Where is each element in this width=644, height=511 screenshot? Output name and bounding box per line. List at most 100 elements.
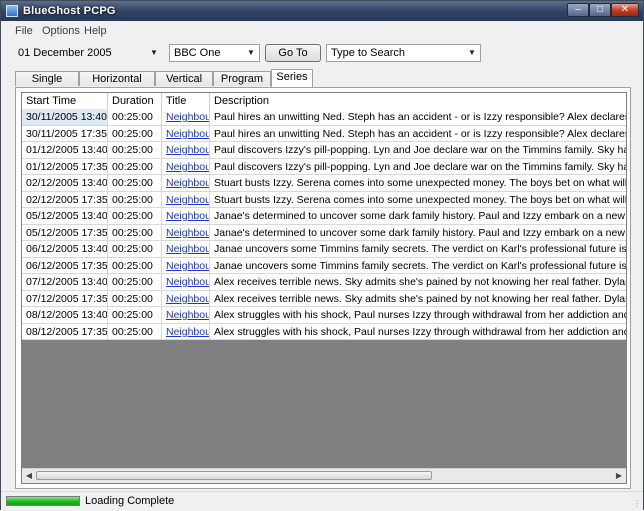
- grid-rows: 30/11/2005 13:40:0000:25:00NeighboursPau…: [22, 109, 626, 340]
- cell-duration: 00:25:00: [108, 274, 162, 290]
- cell-start-time: 08/12/2005 17:35:00: [22, 323, 108, 340]
- cell-title-link[interactable]: Neighbours: [162, 307, 210, 323]
- chevron-down-icon[interactable]: ▼: [146, 45, 162, 61]
- cell-title-link[interactable]: Neighbours: [162, 241, 210, 257]
- cell-title-link[interactable]: Neighbours: [162, 191, 210, 208]
- cell-title-link[interactable]: Neighbours: [162, 158, 210, 175]
- loading-progress-bar: [6, 496, 80, 506]
- scrollbar-thumb[interactable]: [36, 471, 432, 480]
- chevron-down-icon[interactable]: ▼: [464, 45, 480, 61]
- cell-description: Stuart busts Izzy. Serena comes into som…: [214, 177, 627, 189]
- cell-start-time: 01/12/2005 13:40:00: [22, 142, 108, 158]
- cell-duration: 00:25:00: [108, 109, 162, 125]
- progress-fill: [7, 497, 79, 505]
- scroll-right-icon[interactable]: ▶: [612, 470, 626, 482]
- menu-help[interactable]: Help: [84, 25, 107, 37]
- date-value: 01 December 2005: [18, 47, 112, 59]
- cell-description: Janae uncovers some Timmins family secre…: [214, 259, 627, 272]
- table-row[interactable]: 30/11/2005 17:35:0000:25:00Neighbours Pau…: [22, 125, 626, 142]
- channel-value: BBC One: [174, 47, 221, 59]
- cell-description: Stuart busts Izzy. Serena comes into som…: [214, 193, 627, 206]
- search-combo[interactable]: Type to Search ▼: [326, 44, 481, 62]
- cell-description: Alex struggles with his shock, Paul nurs…: [214, 325, 626, 338]
- scroll-left-icon[interactable]: ◀: [22, 470, 36, 482]
- cell-start-time: 30/11/2005 17:35:00: [22, 125, 108, 142]
- cell-duration: 00:25:00: [108, 290, 162, 307]
- go-to-button[interactable]: Go To: [265, 44, 321, 62]
- menu-bar: File Options Help: [1, 21, 643, 41]
- cell-start-time: 06/12/2005 13:40:00: [22, 241, 108, 257]
- cell-title-link[interactable]: Neighbours: [162, 175, 210, 191]
- cell-title-link[interactable]: Neighbours: [162, 208, 210, 224]
- table-row[interactable]: 07/12/2005 17:35:0000:25:00Neighbours Ale…: [22, 290, 626, 307]
- table-row[interactable]: 01/12/2005 13:40:0000:25:00Neighbours Pau…: [22, 142, 626, 159]
- cell-start-time: 01/12/2005 17:35:00: [22, 158, 108, 175]
- column-header-start-time[interactable]: Start Time: [22, 93, 108, 109]
- table-row[interactable]: 01/12/2005 17:35:0000:25:00Neighbours Pau…: [22, 158, 626, 175]
- cell-duration: 00:25:00: [108, 257, 162, 274]
- series-panel: Start Time Duration Title Description 30…: [15, 87, 631, 489]
- cell-description: Alex struggles with his shock, Paul nurs…: [214, 309, 626, 321]
- cell-title-link[interactable]: Neighbours: [162, 274, 210, 290]
- cell-start-time: 06/12/2005 17:35:00: [22, 257, 108, 274]
- column-header-description[interactable]: Description: [210, 93, 626, 109]
- table-row[interactable]: 30/11/2005 13:40:0000:25:00Neighbours Pau…: [22, 109, 626, 126]
- table-row[interactable]: 06/12/2005 13:40:0000:25:00Neighbours Jan…: [22, 241, 626, 258]
- cell-description: Janae's determined to uncover some dark …: [214, 226, 626, 239]
- close-button[interactable]: ✕: [611, 3, 639, 17]
- tab-vertical-view[interactable]: Vertical View: [155, 71, 213, 99]
- channel-select[interactable]: BBC One ▼: [169, 44, 260, 62]
- cell-duration: 00:25:00: [108, 142, 162, 158]
- cell-start-time: 05/12/2005 13:40:00: [22, 208, 108, 224]
- series-grid[interactable]: Start Time Duration Title Description 30…: [21, 92, 627, 484]
- cell-duration: 00:25:00: [108, 224, 162, 241]
- tab-horizontal-view[interactable]: Horizontal View: [79, 71, 155, 99]
- window-title: BlueGhost PCPG: [23, 5, 116, 17]
- horizontal-scrollbar[interactable]: ◀ ▶: [22, 468, 626, 483]
- maximize-button[interactable]: □: [589, 3, 611, 17]
- cell-duration: 00:25:00: [108, 307, 162, 323]
- table-row[interactable]: 08/12/2005 13:40:0000:25:00Neighbours Ale…: [22, 307, 626, 324]
- resize-grip-icon[interactable]: ⋮: [631, 499, 641, 509]
- table-row[interactable]: 06/12/2005 17:35:0000:25:00Neighbours Jan…: [22, 257, 627, 274]
- minimize-button[interactable]: –: [567, 3, 589, 17]
- column-header-duration[interactable]: Duration: [108, 93, 162, 109]
- column-header-title[interactable]: Title: [162, 93, 210, 109]
- grid-header: Start Time Duration Title Description: [22, 93, 626, 110]
- cell-start-time: 02/12/2005 13:40:00: [22, 175, 108, 191]
- cell-description: Paul hires an unwitting Ned. Steph has a…: [214, 111, 627, 123]
- cell-start-time: 30/11/2005 13:40:00: [22, 109, 108, 125]
- table-row[interactable]: 08/12/2005 17:35:0000:25:00Neighbours Ale…: [22, 323, 626, 340]
- cell-title-link[interactable]: Neighbours: [162, 109, 210, 125]
- cell-title-link[interactable]: Neighbours: [162, 290, 210, 307]
- cell-title-link[interactable]: Neighbours: [162, 323, 210, 340]
- date-picker[interactable]: 01 December 2005 ▼: [15, 44, 163, 62]
- cell-duration: 00:25:00: [108, 125, 162, 142]
- search-value: Type to Search: [331, 47, 405, 59]
- cell-title-link[interactable]: Neighbours: [162, 257, 210, 274]
- status-bar: Loading Complete ⋮: [1, 491, 643, 511]
- menu-options[interactable]: Options: [42, 25, 80, 37]
- cell-description: Alex receives terrible news. Sky admits …: [214, 292, 626, 305]
- cell-title-link[interactable]: Neighbours: [162, 224, 210, 241]
- table-row[interactable]: 05/12/2005 17:35:0000:25:00Neighbours Jan…: [22, 224, 626, 241]
- chevron-down-icon[interactable]: ▼: [243, 45, 259, 61]
- table-row[interactable]: 02/12/2005 17:35:0000:25:00Neighbours Stu…: [22, 191, 627, 208]
- cell-title-link[interactable]: Neighbours: [162, 142, 210, 158]
- table-row[interactable]: 07/12/2005 13:40:0000:25:00Neighbours Ale…: [22, 274, 626, 291]
- cell-description: Paul discovers Izzy's pill-popping. Lyn …: [214, 144, 626, 156]
- cell-description: Paul discovers Izzy's pill-popping. Lyn …: [214, 160, 626, 173]
- cell-start-time: 07/12/2005 17:35:00: [22, 290, 108, 307]
- tab-program-view[interactable]: Program View: [213, 71, 271, 99]
- table-row[interactable]: 02/12/2005 13:40:0000:25:00Neighbours Stu…: [22, 175, 626, 192]
- cell-start-time: 08/12/2005 13:40:00: [22, 307, 108, 323]
- title-bar[interactable]: BlueGhost PCPG – □ ✕: [1, 1, 643, 21]
- cell-duration: 00:25:00: [108, 208, 162, 224]
- table-row[interactable]: 05/12/2005 13:40:0000:25:00Neighbours Jan…: [22, 208, 626, 225]
- tab-single-channel[interactable]: Single Channel: [15, 71, 79, 99]
- status-text: Loading Complete: [85, 495, 175, 507]
- menu-file[interactable]: File: [15, 25, 33, 37]
- cell-title-link[interactable]: Neighbours: [162, 125, 210, 142]
- tab-series[interactable]: Series: [271, 69, 313, 87]
- cell-start-time: 07/12/2005 13:40:00: [22, 274, 108, 290]
